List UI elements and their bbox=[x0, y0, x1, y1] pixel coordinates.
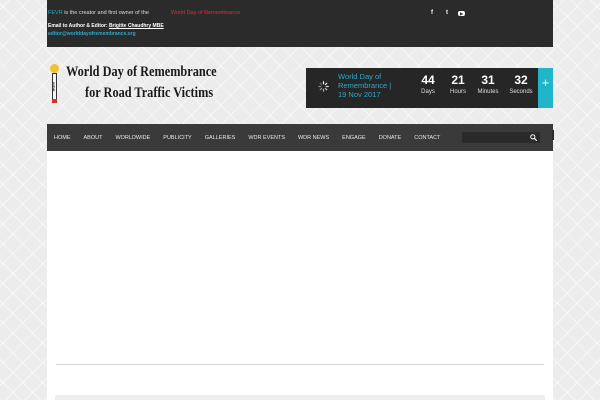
twitter-icon[interactable]: t bbox=[443, 9, 451, 17]
countdown-hours: 21 Hours bbox=[446, 68, 470, 108]
nav-item-donate[interactable]: DONATE bbox=[379, 135, 402, 141]
site-title: World Day of Remembrance bbox=[66, 64, 217, 80]
countdown-label: Days bbox=[421, 89, 435, 95]
site-subtitle: for Road Traffic Victims bbox=[85, 85, 214, 101]
nav-item-worldwide[interactable]: WORLDWIDE bbox=[115, 135, 150, 141]
nav-item-wdr-news[interactable]: WDR NEWS bbox=[298, 135, 329, 141]
fevr-link[interactable]: FEVR bbox=[48, 10, 63, 16]
logo-flame bbox=[50, 64, 59, 73]
editor-line: Email to Author & Editor: Brigitte Chaud… bbox=[48, 23, 164, 29]
countdown-event: World Day of Remembrance | 19 Nov 2017 bbox=[338, 68, 414, 108]
countdown-event-name[interactable]: World Day of Remembrance | bbox=[338, 72, 414, 90]
logo-candle-icon: WDR bbox=[48, 64, 62, 104]
search-icon[interactable] bbox=[530, 134, 537, 141]
countdown-value: 32 bbox=[514, 73, 528, 87]
nav-item-wdr-events[interactable]: WDR EVENTS bbox=[248, 135, 285, 141]
nav-end-cap bbox=[552, 130, 554, 140]
content-divider bbox=[56, 364, 544, 365]
nav-item-home[interactable]: HOME bbox=[54, 135, 71, 141]
nav-item-about[interactable]: ABOUT bbox=[84, 135, 103, 141]
top-info-text: is the creator and first owner of the bbox=[62, 10, 149, 16]
countdown-event-date: 19 Nov 2017 bbox=[338, 90, 381, 99]
main-nav: HOME ABOUT WORLDWIDE PUBLICITY GALLERIES… bbox=[47, 124, 554, 151]
top-info-line: FEVR is the creator and first owner of t… bbox=[48, 10, 240, 16]
countdown-value: 21 bbox=[451, 73, 465, 87]
site-logo[interactable]: WDR World Day of Remembrance for Road Tr… bbox=[47, 61, 217, 105]
facebook-icon[interactable]: f bbox=[428, 9, 436, 17]
countdown-expand-button[interactable]: + bbox=[538, 68, 553, 108]
editor-label: Email to Author & Editor: bbox=[48, 23, 109, 29]
search-input[interactable] bbox=[462, 132, 540, 143]
logo-base bbox=[52, 99, 57, 103]
content-footer-strip bbox=[55, 395, 545, 400]
event-countdown: World Day of Remembrance | 19 Nov 2017 4… bbox=[306, 68, 553, 108]
countdown-days: 44 Days bbox=[416, 68, 440, 108]
countdown-units: 44 Days 21 Hours 31 Minutes 32 Seconds bbox=[416, 68, 542, 108]
nav-item-publicity[interactable]: PUBLICITY bbox=[163, 135, 191, 141]
social-links: f t ▶ bbox=[428, 9, 465, 17]
nav-item-contact[interactable]: CONTACT bbox=[414, 135, 440, 141]
main-content bbox=[47, 151, 553, 400]
countdown-label: Seconds bbox=[509, 89, 533, 95]
countdown-seconds: 32 Seconds bbox=[506, 68, 536, 108]
countdown-value: 44 bbox=[421, 73, 435, 87]
countdown-minutes: 31 Minutes bbox=[476, 68, 500, 108]
nav-item-engage[interactable]: ENGAGE bbox=[342, 135, 366, 141]
wdr-link[interactable]: World Day of Remembrance bbox=[171, 10, 240, 16]
loading-spinner-icon bbox=[306, 68, 338, 108]
editor-email-link[interactable]: editor@worlddayofremembrance.org bbox=[48, 31, 136, 37]
countdown-label: Hours bbox=[449, 89, 466, 95]
nav-item-galleries[interactable]: GALLERIES bbox=[205, 135, 236, 141]
countdown-value: 31 bbox=[481, 73, 495, 87]
editor-name-link[interactable]: Brigitte Chaudhry MBE bbox=[109, 23, 164, 29]
countdown-label: Minutes bbox=[477, 89, 499, 95]
top-bar: FEVR is the creator and first owner of t… bbox=[47, 0, 553, 47]
youtube-icon[interactable]: ▶ bbox=[458, 10, 465, 16]
logo-icon-text: WDR bbox=[52, 73, 57, 101]
